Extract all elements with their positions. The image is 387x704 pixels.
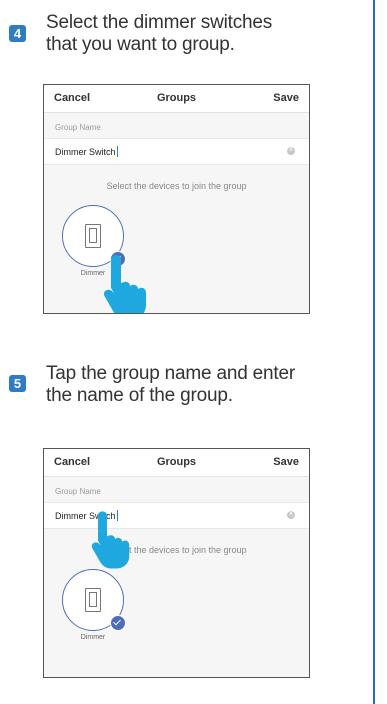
app-screenshot: Cancel Groups Save Group Name Dimmer Swi… <box>43 84 310 314</box>
pointing-hand-icon <box>103 255 146 313</box>
screen-title: Groups <box>156 456 197 468</box>
select-devices-hint: Select the devices to join the group <box>106 545 247 555</box>
group-name-field[interactable]: Dimmer Switch <box>44 502 309 529</box>
step-instruction: Tap the group name and enter the name of… <box>46 363 346 407</box>
save-button[interactable]: Save <box>273 456 299 468</box>
checkmark-icon <box>110 615 126 631</box>
clear-icon[interactable] <box>287 509 295 519</box>
step-number-badge: 4 <box>9 25 26 42</box>
step-number-badge: 5 <box>9 375 26 392</box>
dimmer-switch-icon <box>85 588 101 612</box>
step-instruction-line: Select the dimmer switches <box>46 12 273 33</box>
group-name-value[interactable]: Dimmer Switch <box>55 146 118 157</box>
step-instruction: Select the dimmer switches that you want… <box>46 12 346 56</box>
group-name-field[interactable]: Dimmer Switch <box>44 138 309 165</box>
step-instruction-line: Tap the group name and enter <box>46 363 295 384</box>
group-name-text: Dimmer Switch <box>55 147 116 157</box>
save-button[interactable]: Save <box>273 92 299 104</box>
nav-bar: Cancel Groups Save <box>44 85 309 113</box>
pointing-hand-icon <box>91 511 130 569</box>
screen-title: Groups <box>156 92 197 104</box>
clear-icon[interactable] <box>287 145 295 155</box>
group-name-label: Group Name <box>55 123 101 132</box>
group-name-label: Group Name <box>55 487 101 496</box>
page-divider <box>373 0 375 704</box>
device-label: Dimmer <box>80 634 106 641</box>
step-instruction-line: that you want to group. <box>46 34 235 55</box>
step-instruction-line: the name of the group. <box>46 385 233 406</box>
device-tile-dimmer[interactable] <box>62 569 126 631</box>
text-cursor <box>116 146 118 157</box>
nav-bar: Cancel Groups Save <box>44 449 309 477</box>
select-devices-hint: Select the devices to join the group <box>106 181 247 191</box>
dimmer-switch-icon <box>85 224 101 248</box>
app-screenshot: Cancel Groups Save Group Name Dimmer Swi… <box>43 448 310 678</box>
